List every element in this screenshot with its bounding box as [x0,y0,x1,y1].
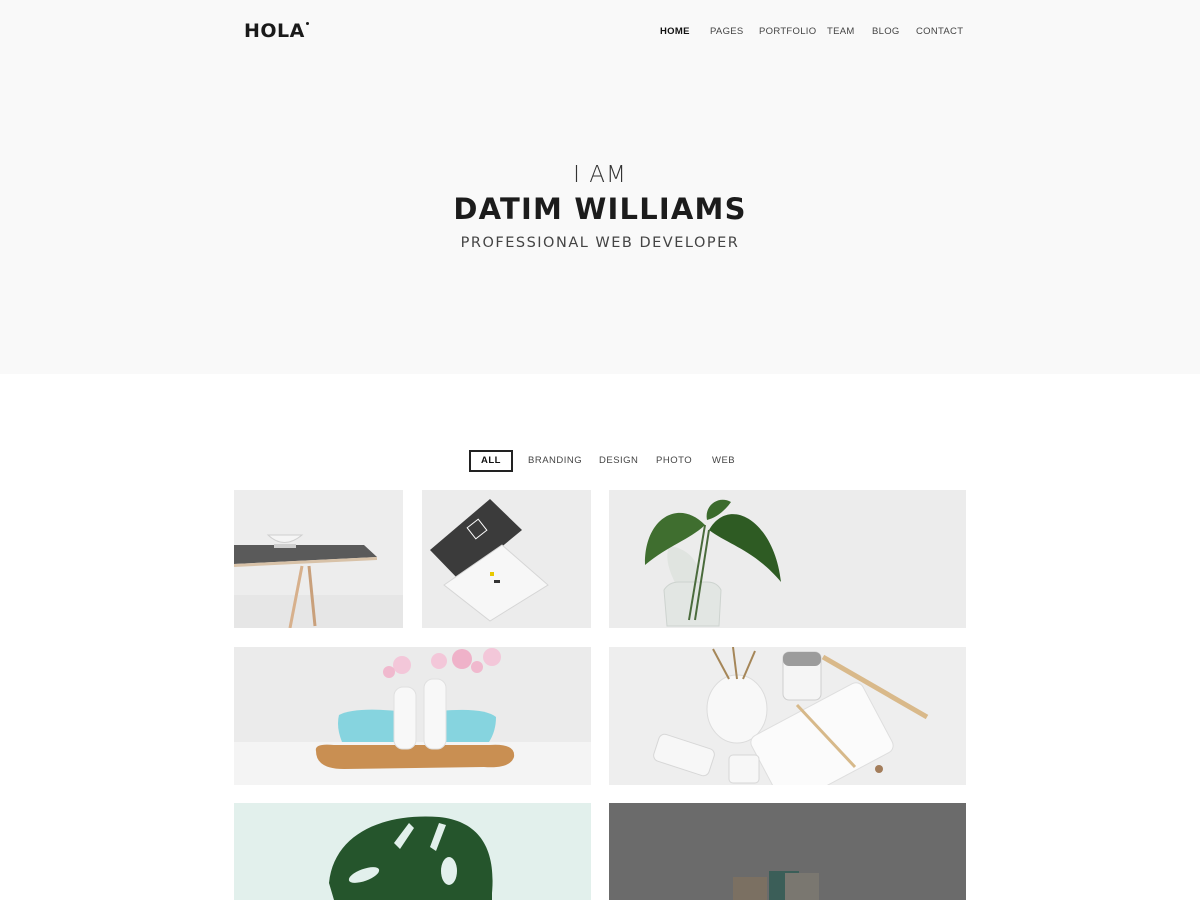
flowers-image [234,647,591,785]
filter-web[interactable]: WEB [712,450,735,472]
portfolio-item-table[interactable] [234,490,403,628]
nav-home[interactable]: HOME [660,26,690,37]
hero-intro: I AM DATIM WILLIAMS PROFESSIONAL WEB DEV… [0,160,1200,253]
filter-design[interactable]: DESIGN [599,450,638,472]
main-nav: HOME PAGES PORTFOLIO TEAM BLOG CONTACT [0,26,1200,40]
spa-image [609,647,966,785]
nav-team[interactable]: TEAM [827,26,855,37]
filter-photo[interactable]: PHOTO [656,450,692,472]
portfolio-item-spa[interactable] [609,647,966,785]
hero-name: DATIM WILLIAMS [453,192,747,226]
nav-pages[interactable]: PAGES [710,26,744,37]
hero-role: PROFESSIONAL WEB DEVELOPER [460,235,740,251]
filter-all[interactable]: ALL [469,450,513,472]
portfolio-item-hover[interactable] [609,803,966,900]
portfolio-item-flowers[interactable] [234,647,591,785]
vase-leaf-image [609,490,966,628]
portfolio-item-leaf[interactable] [234,803,591,900]
nav-portfolio[interactable]: PORTFOLIO [759,26,816,37]
portfolio-item-vase-leaf[interactable] [609,490,966,628]
portfolio-filters: ALL BRANDING DESIGN PHOTO WEB [0,450,1200,472]
filter-branding[interactable]: BRANDING [528,450,582,472]
nav-blog[interactable]: BLOG [872,26,900,37]
cards-image [422,490,591,628]
hero-pre: I AM [573,162,627,188]
nav-contact[interactable]: CONTACT [916,26,963,37]
portfolio-item-cards[interactable] [422,490,591,628]
leaf-image [234,803,591,900]
hover-image [609,803,966,900]
table-image [234,490,403,628]
